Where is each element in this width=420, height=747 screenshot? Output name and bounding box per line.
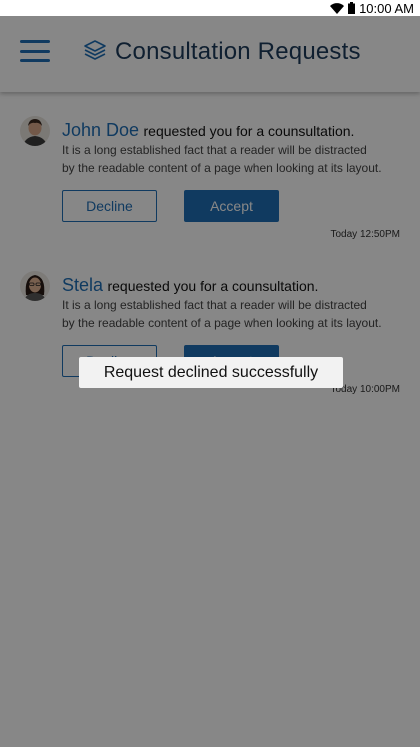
wifi-icon	[330, 2, 345, 14]
status-time: 10:00 AM	[359, 0, 414, 16]
toast-message: Request declined successfully	[79, 357, 343, 388]
status-bar: 10:00 AM	[0, 0, 420, 16]
battery-icon	[348, 2, 356, 14]
